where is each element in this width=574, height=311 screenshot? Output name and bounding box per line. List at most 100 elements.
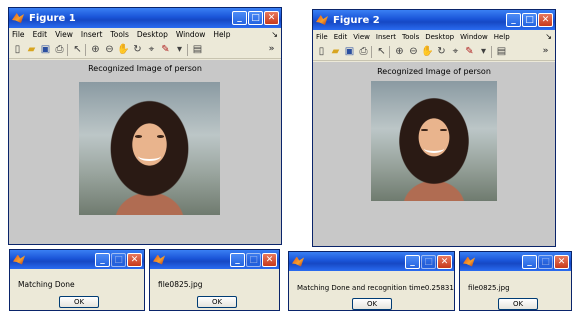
print-icon[interactable]: ⎙ xyxy=(53,43,66,56)
figure1-toolbar: ▯ ▰ ▣ ⎙ ↖ ⊕ ⊖ ✋ ↻ ⌖ ✎ ▾ ▤ » xyxy=(9,41,281,59)
minimize-icon[interactable]: _ xyxy=(506,13,521,27)
data-cursor-icon[interactable]: ⌖ xyxy=(449,45,462,58)
dialog-filename-2: _ □ ✕ file0825.jpg OK xyxy=(459,251,572,311)
open-folder-icon[interactable]: ▰ xyxy=(329,45,342,58)
minimize-icon[interactable]: _ xyxy=(405,254,420,269)
data-cursor-icon[interactable]: ⌖ xyxy=(145,43,158,56)
toolbar-separator xyxy=(187,43,190,56)
figure1-plot-title: Recognized Image of person xyxy=(88,64,202,73)
rotate-icon[interactable]: ↻ xyxy=(435,45,448,58)
save-icon[interactable]: ▣ xyxy=(343,45,356,58)
figure2-titlebar[interactable]: Figure 2 _ □ ✕ xyxy=(313,10,555,30)
insert-colorbar-icon[interactable]: ▤ xyxy=(191,43,204,56)
dialog-titlebar[interactable]: _ □ ✕ xyxy=(460,252,571,271)
dialog-matching-done: _ □ ✕ Matching Done OK xyxy=(9,249,145,311)
menu-help[interactable]: Help xyxy=(213,30,230,39)
save-icon[interactable]: ▣ xyxy=(39,43,52,56)
menu-insert[interactable]: Insert xyxy=(81,30,103,39)
brush-icon[interactable]: ✎ xyxy=(159,43,172,56)
dialog-titlebar[interactable]: _ □ ✕ xyxy=(10,250,144,269)
toolbar-overflow-icon[interactable]: » xyxy=(539,45,552,58)
toolbar-separator xyxy=(85,43,88,56)
close-icon[interactable]: ✕ xyxy=(262,252,277,267)
maximize-icon[interactable]: □ xyxy=(248,11,263,25)
image-detail xyxy=(138,151,161,162)
menu-window[interactable]: Window xyxy=(460,33,488,41)
menu-view[interactable]: View xyxy=(55,30,73,39)
open-folder-icon[interactable]: ▰ xyxy=(25,43,38,56)
pan-icon[interactable]: ✋ xyxy=(421,45,434,58)
zoom-out-icon[interactable]: ⊖ xyxy=(103,43,116,56)
rotate-icon[interactable]: ↻ xyxy=(131,43,144,56)
dialog-titlebar[interactable]: _ □ ✕ xyxy=(289,252,454,271)
chevron-down-icon[interactable]: ▾ xyxy=(173,43,186,56)
dialog-body: Matching Done OK xyxy=(10,269,144,310)
minimize-icon[interactable]: _ xyxy=(95,252,110,267)
menu-desktop[interactable]: Desktop xyxy=(137,30,168,39)
figure2-title: Figure 2 xyxy=(333,14,380,26)
ok-button[interactable]: OK xyxy=(352,298,392,310)
pointer-icon[interactable]: ↖ xyxy=(71,43,84,56)
menu-tools[interactable]: Tools xyxy=(402,33,419,41)
pointer-icon[interactable]: ↖ xyxy=(375,45,388,58)
minimize-icon[interactable]: _ xyxy=(230,252,245,267)
close-icon[interactable]: ✕ xyxy=(264,11,279,25)
figure1-titlebar[interactable]: Figure 1 _ □ ✕ xyxy=(9,8,281,28)
minimize-icon[interactable]: _ xyxy=(232,11,247,25)
new-file-icon[interactable]: ▯ xyxy=(315,45,328,58)
close-icon[interactable]: ✕ xyxy=(127,252,142,267)
print-icon[interactable]: ⎙ xyxy=(357,45,370,58)
figure1-window: Figure 1 _ □ ✕ File Edit View Insert Too… xyxy=(8,7,282,245)
maximize-icon: □ xyxy=(111,252,126,267)
menu-window[interactable]: Window xyxy=(176,30,206,39)
chevron-down-icon[interactable]: ▾ xyxy=(477,45,490,58)
figure2-menubar: File Edit View Insert Tools Desktop Wind… xyxy=(313,30,555,43)
figure2-window: Figure 2 _ □ ✕ File Edit View Insert Too… xyxy=(312,9,556,247)
zoom-out-icon[interactable]: ⊖ xyxy=(407,45,420,58)
toolbar-separator xyxy=(389,45,392,58)
insert-colorbar-icon[interactable]: ▤ xyxy=(495,45,508,58)
maximize-icon: □ xyxy=(538,254,553,269)
menu-insert[interactable]: Insert xyxy=(376,33,396,41)
menu-edit[interactable]: Edit xyxy=(33,30,48,39)
toolbar-overflow-icon[interactable]: » xyxy=(265,43,278,56)
ok-button[interactable]: OK xyxy=(197,296,237,308)
figure1-menubar: File Edit View Insert Tools Desktop Wind… xyxy=(9,28,281,41)
image-detail xyxy=(440,129,447,132)
close-icon[interactable]: ✕ xyxy=(554,254,569,269)
menu-file[interactable]: File xyxy=(316,33,328,41)
menu-overflow-icon[interactable]: ↘ xyxy=(271,30,278,39)
maximize-icon[interactable]: □ xyxy=(522,13,537,27)
dialog-message: file0825.jpg xyxy=(158,280,203,289)
ok-button[interactable]: OK xyxy=(59,296,99,308)
menu-edit[interactable]: Edit xyxy=(334,33,348,41)
maximize-icon: □ xyxy=(421,254,436,269)
figure2-canvas: Recognized Image of person xyxy=(313,62,555,246)
menu-desktop[interactable]: Desktop xyxy=(425,33,454,41)
dialog-message: file0825.jpg xyxy=(468,284,510,292)
dialog-message: Matching Done and recognition time0.2583… xyxy=(297,284,454,292)
brush-icon[interactable]: ✎ xyxy=(463,45,476,58)
image-detail xyxy=(421,129,428,132)
menu-tools[interactable]: Tools xyxy=(110,30,128,39)
minimize-icon[interactable]: _ xyxy=(522,254,537,269)
menu-help[interactable]: Help xyxy=(494,33,510,41)
pan-icon[interactable]: ✋ xyxy=(117,43,130,56)
menu-view[interactable]: View xyxy=(353,33,370,41)
image-detail xyxy=(135,135,143,138)
close-icon[interactable]: ✕ xyxy=(437,254,452,269)
zoom-in-icon[interactable]: ⊕ xyxy=(393,45,406,58)
dialog-body: file0825.jpg OK xyxy=(150,269,279,310)
zoom-in-icon[interactable]: ⊕ xyxy=(89,43,102,56)
toolbar-separator xyxy=(371,45,374,58)
close-icon[interactable]: ✕ xyxy=(538,13,553,27)
matlab-icon xyxy=(291,255,305,269)
dialog-titlebar[interactable]: _ □ ✕ xyxy=(150,250,279,269)
new-file-icon[interactable]: ▯ xyxy=(11,43,24,56)
image-detail xyxy=(423,143,445,153)
menu-overflow-icon[interactable]: ↘ xyxy=(545,32,552,41)
matlab-icon xyxy=(462,255,476,269)
dialog-message: Matching Done xyxy=(18,280,75,289)
menu-file[interactable]: File xyxy=(12,30,25,39)
ok-button[interactable]: OK xyxy=(498,298,538,310)
